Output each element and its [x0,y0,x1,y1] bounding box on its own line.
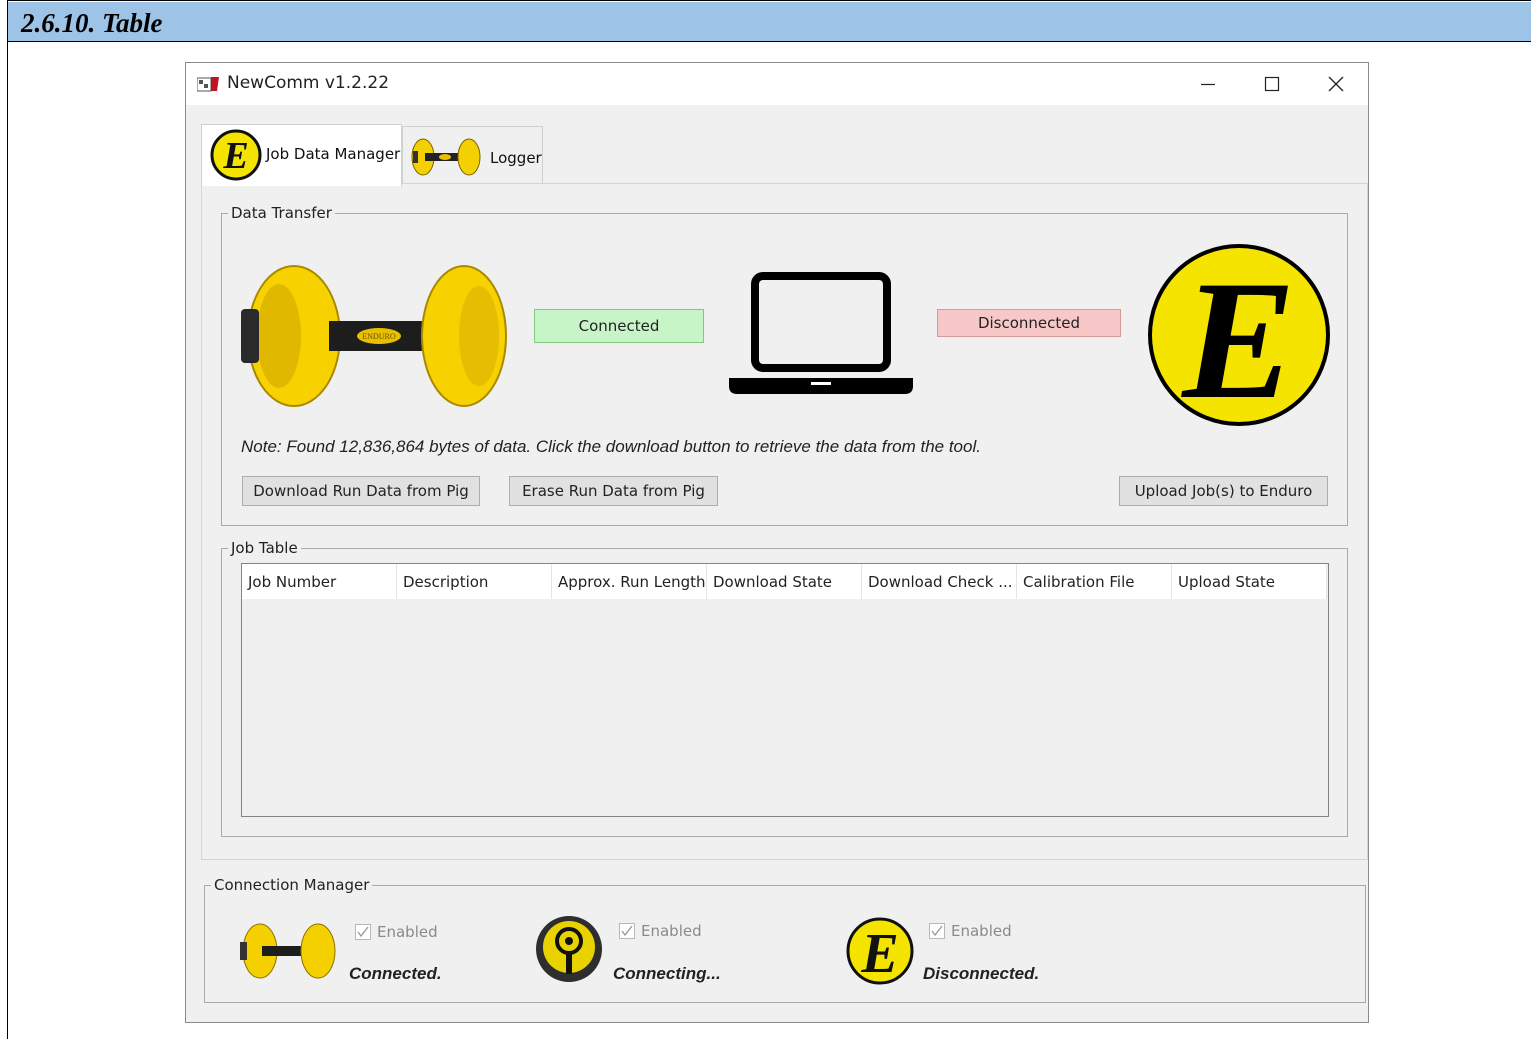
enduro-enabled-label: Enabled [951,922,1012,940]
check-icon [357,926,369,938]
pig-enabled-label: Enabled [377,923,438,941]
pig-connection-status: Connected [534,309,704,343]
erase-run-data-button[interactable]: Erase Run Data from Pig [509,476,718,506]
logger-enabled-label: Enabled [641,922,702,940]
title-bar: NewComm v1.2.22 [186,63,1368,105]
upload-jobs-button[interactable]: Upload Job(s) to Enduro [1119,476,1328,506]
section-heading-bar: 2.6.10. Table [8,2,1531,42]
tab-label: Job Data Manager [266,145,401,163]
group-label: Connection Manager [211,876,373,894]
column-header-job-number[interactable]: Job Number [242,564,397,599]
pig-tool-icon [411,138,481,176]
group-label: Data Transfer [228,204,335,222]
tab-job-data-manager[interactable]: E Job Data Manager [201,124,402,186]
data-note: Note: Found 12,836,864 bytes of data. Cl… [241,437,981,456]
svg-text:E: E [222,135,248,177]
close-icon [1328,76,1344,92]
section-heading: 2.6.10. Table [21,8,163,38]
app-icon [197,77,219,92]
column-header-calibration-file[interactable]: Calibration File [1017,564,1172,599]
laptop-icon [729,272,913,394]
column-header-upload-state[interactable]: Upload State [1172,564,1327,599]
close-button[interactable] [1304,63,1368,105]
tab-label: Logger [490,149,542,167]
enduro-connection-status: Disconnected [937,309,1121,337]
check-icon [621,925,633,937]
svg-text:E: E [860,923,898,985]
tab-logger[interactable]: Logger [402,126,543,184]
data-transfer-group: Data Transfer ENDURO Connected Disconnec… [221,204,1348,526]
table-header: Job Number Description Approx. Run Lengt… [242,564,1327,599]
pig-tool-icon [240,923,336,979]
group-label: Job Table [228,539,301,557]
pig-status-text: Connected. [349,964,442,983]
connection-manager-group: Connection Manager Enabled Connected. En… [204,876,1366,1003]
check-icon [931,925,943,937]
job-table[interactable]: Job Number Description Approx. Run Lengt… [241,563,1329,817]
minimize-button[interactable] [1176,63,1240,105]
svg-text:ENDURO: ENDURO [362,332,396,341]
enduro-status-text: Disconnected. [923,964,1040,983]
pig-tool-image: ENDURO [241,265,507,407]
maximize-button[interactable] [1240,63,1304,105]
pig-enabled-checkbox[interactable] [355,924,371,940]
svg-text:E: E [1180,246,1295,428]
window-title: NewComm v1.2.22 [227,73,390,93]
minimize-icon [1201,83,1215,86]
logger-enabled-checkbox[interactable] [619,923,635,939]
job-table-group: Job Table Job Number Description Approx.… [221,539,1348,837]
enduro-logo-icon: E [1148,244,1330,428]
job-data-manager-panel: Data Transfer ENDURO Connected Disconnec… [201,183,1368,860]
column-header-description[interactable]: Description [397,564,552,599]
app-window: NewComm v1.2.22 E Job Data Manager Logge… [185,62,1369,1023]
maximize-icon [1264,76,1280,92]
enduro-enabled-checkbox[interactable] [929,923,945,939]
logger-icon [536,916,602,982]
column-header-run-length[interactable]: Approx. Run Length [552,564,707,599]
download-run-data-button[interactable]: Download Run Data from Pig [242,476,480,506]
column-header-download-state[interactable]: Download State [707,564,862,599]
column-header-download-check[interactable]: Download Check ... [862,564,1017,599]
logger-status-text: Connecting... [613,964,721,983]
enduro-logo-icon: E [846,917,914,985]
enduro-logo-icon: E [210,129,262,181]
